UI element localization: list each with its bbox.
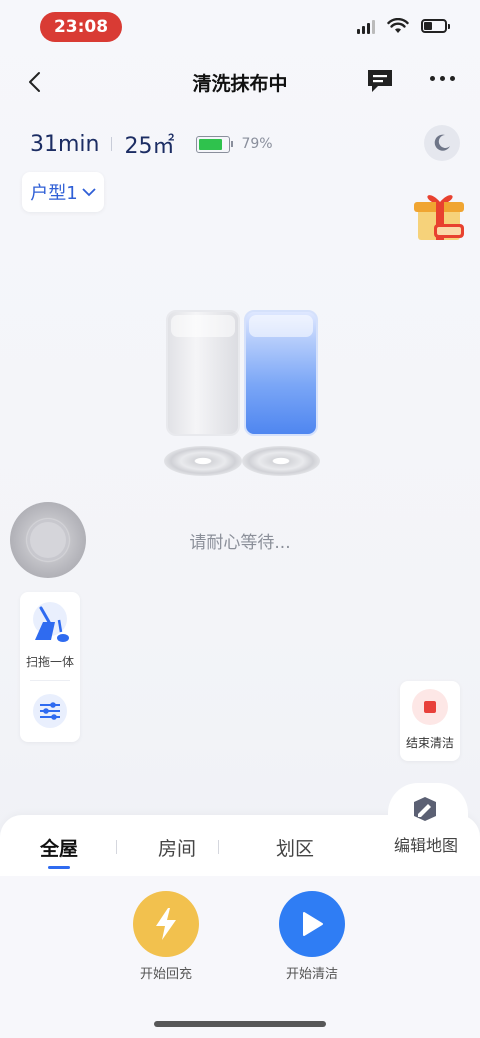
mode-label: 扫拖一体 [25,655,74,669]
signal-icon [357,18,375,34]
home-indicator[interactable] [154,1021,326,1027]
clean-water-tank [244,310,318,436]
mop-pad [242,446,320,476]
page-title: 清洗抹布中 [192,73,288,95]
tab-whole-house[interactable]: 全屋 [0,834,118,869]
moon-icon [434,134,450,151]
cleaning-mode-panel: 扫拖一体 [20,592,80,742]
wifi-icon [387,18,409,33]
sliders-icon [40,702,60,720]
cleaning-settings-button[interactable] [33,694,67,728]
area-tabs: 全屋 房间 划区 [0,834,380,869]
tab-zone[interactable]: 划区 [236,834,354,861]
chevron-down-icon [82,188,96,197]
play-icon [303,912,323,936]
sweep-mop-mode-button[interactable] [33,602,69,642]
stop-cleaning-button[interactable]: 结束清洁 [400,681,460,761]
duration-value: 31min [30,131,100,157]
floor-plan-selector[interactable]: 户型1 [22,172,104,212]
status-icons [357,18,450,34]
area-value: 25㎡ [124,134,175,159]
start-cleaning-label: 开始清洁 [285,967,338,982]
recharge-label: 开始回充 [139,967,192,982]
stop-icon [412,689,448,725]
more-icon[interactable] [430,76,455,81]
gift-icon[interactable] [412,190,468,242]
remote-control-joystick[interactable] [10,502,86,578]
status-time: 23:08 [40,12,122,42]
night-mode-button[interactable] [424,125,460,161]
recharge-button[interactable]: 开始回充 [131,891,201,982]
start-cleaning-button[interactable]: 开始清洁 [277,891,347,982]
broom-icon [35,606,69,642]
stop-label: 结束清洁 [405,736,454,750]
edit-map-label[interactable]: 编辑地图 [388,832,464,856]
mop-pad [164,446,242,476]
dirty-water-tank [166,310,240,436]
battery-icon [421,19,450,33]
cleaning-info: 31min 25㎡ 79% [30,128,273,160]
message-icon[interactable] [366,68,394,94]
action-bar [0,876,480,1038]
floor-plan-label: 户型1 [30,183,78,204]
battery-percent: 79% [241,136,273,152]
robot-battery-icon [196,135,234,153]
edit-map-icon[interactable] [410,794,440,824]
lightning-icon [156,908,176,940]
